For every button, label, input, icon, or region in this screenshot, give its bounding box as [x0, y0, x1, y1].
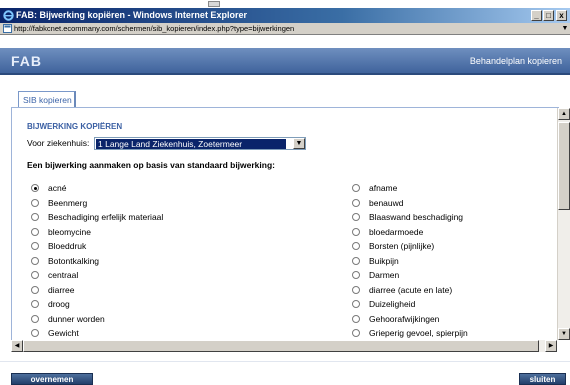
horizontal-scroll-thumb[interactable] — [23, 340, 539, 352]
radio-label: bleomycine — [48, 226, 91, 237]
scroll-right-icon[interactable]: ▶ — [545, 340, 557, 352]
radio-label: diarree — [48, 284, 75, 295]
radio-button[interactable] — [352, 184, 360, 192]
radio-label: Botontkalking — [48, 255, 100, 266]
chevron-down-icon[interactable]: ▼ — [293, 138, 305, 149]
header-title: Behandelplan kopieren — [469, 56, 562, 66]
radio-label: droog — [48, 299, 70, 309]
background-desktop-strip — [0, 0, 570, 8]
radio-label: Darmen — [369, 270, 400, 280]
radio-button[interactable] — [31, 329, 39, 337]
radio-label: Gewicht — [48, 328, 79, 338]
radio-label: Beschadiging erfelijk materiaal — [48, 212, 164, 222]
address-bar[interactable]: http://fabkcnet.ecommany.com/schermen/si… — [0, 23, 570, 35]
window-title: FAB: Bijwerking kopiëren - Windows Inter… — [16, 10, 247, 20]
hospital-select[interactable]: 1 Lange Land Ziekenhuis, Zoetermeer ▼ — [94, 137, 306, 150]
radio-label: Buikpijn — [369, 255, 399, 266]
address-dropdown-arrow-icon[interactable]: ▼ — [560, 23, 570, 34]
section-title: BIJWERKING KOPIËREN — [27, 122, 123, 131]
close-button[interactable]: sluiten — [519, 373, 566, 385]
radio-button[interactable] — [352, 329, 360, 337]
minimize-button[interactable]: _ — [531, 10, 542, 21]
radio-button[interactable] — [352, 271, 360, 279]
radio-button[interactable] — [31, 242, 39, 250]
app-header: FAB Behandelplan kopieren — [0, 48, 570, 75]
page-icon — [3, 24, 12, 33]
radio-button[interactable] — [352, 314, 360, 323]
browser-window: FAB: Bijwerking kopiëren - Windows Inter… — [0, 0, 570, 385]
take-over-button[interactable]: overnemen — [11, 373, 93, 385]
radio-button[interactable] — [31, 213, 39, 221]
radio-label: Borsten (pijnlijke) — [369, 241, 435, 251]
radio-label: Grieperig gevoel, spierpijn — [369, 328, 468, 338]
radio-label: Duizeligheid — [369, 299, 416, 309]
fab-logo: FAB — [11, 53, 42, 69]
close-window-button[interactable]: x — [556, 10, 567, 21]
radio-label: benauwd — [369, 197, 404, 208]
radio-button[interactable] — [352, 285, 360, 294]
radio-label: bloedarmoede — [369, 226, 424, 237]
scroll-left-icon[interactable]: ◀ — [11, 340, 23, 352]
radio-button[interactable] — [31, 271, 39, 279]
background-window-icon — [208, 1, 220, 7]
radio-label: acné — [48, 183, 67, 193]
hospital-select-value[interactable]: 1 Lange Land Ziekenhuis, Zoetermeer — [96, 139, 286, 149]
horizontal-scrollbar[interactable]: ◀ ▶ — [11, 340, 557, 352]
radio-button[interactable] — [352, 227, 360, 236]
radio-label: Bloeddruk — [48, 241, 87, 251]
radio-label: dunner worden — [48, 313, 105, 324]
radio-label: centraal — [48, 270, 79, 280]
radio-button[interactable] — [352, 256, 360, 265]
radio-label: Blaaswand beschadiging — [369, 212, 464, 222]
address-url[interactable]: http://fabkcnet.ecommany.com/schermen/si… — [14, 24, 294, 33]
vertical-scroll-thumb[interactable] — [558, 122, 570, 210]
radio-button[interactable] — [31, 227, 39, 236]
radio-button[interactable] — [352, 213, 360, 221]
radio-label: diarree (acute en late) — [369, 284, 453, 295]
radio-button[interactable] — [352, 198, 360, 207]
scroll-up-icon[interactable]: ▲ — [558, 108, 570, 120]
radio-button[interactable] — [31, 184, 39, 192]
vertical-scrollbar[interactable]: ▲ ▼ — [557, 108, 570, 340]
radio-label: afname — [369, 183, 398, 193]
scroll-down-icon[interactable]: ▼ — [558, 328, 570, 340]
hospital-label: Voor ziekenhuis: — [27, 138, 90, 148]
radio-button[interactable] — [352, 242, 360, 250]
radio-label: Beenmerg — [48, 197, 88, 208]
radio-button[interactable] — [31, 198, 39, 207]
radio-button[interactable] — [31, 300, 39, 308]
internet-explorer-icon — [3, 10, 14, 21]
radio-button[interactable] — [352, 300, 360, 308]
radio-button[interactable] — [31, 256, 39, 265]
window-titlebar[interactable]: FAB: Bijwerking kopiëren - Windows Inter… — [0, 8, 570, 23]
tab-sib-kopieren[interactable]: SIB kopieren — [18, 91, 76, 107]
radio-button[interactable] — [31, 314, 39, 323]
radio-button[interactable] — [31, 285, 39, 294]
list-heading: Een bijwerking aanmaken op basis van sta… — [27, 160, 275, 170]
radio-label: Gehoorafwijkingen — [369, 313, 440, 324]
footer-divider — [0, 361, 570, 362]
maximize-button[interactable]: □ — [543, 10, 554, 21]
